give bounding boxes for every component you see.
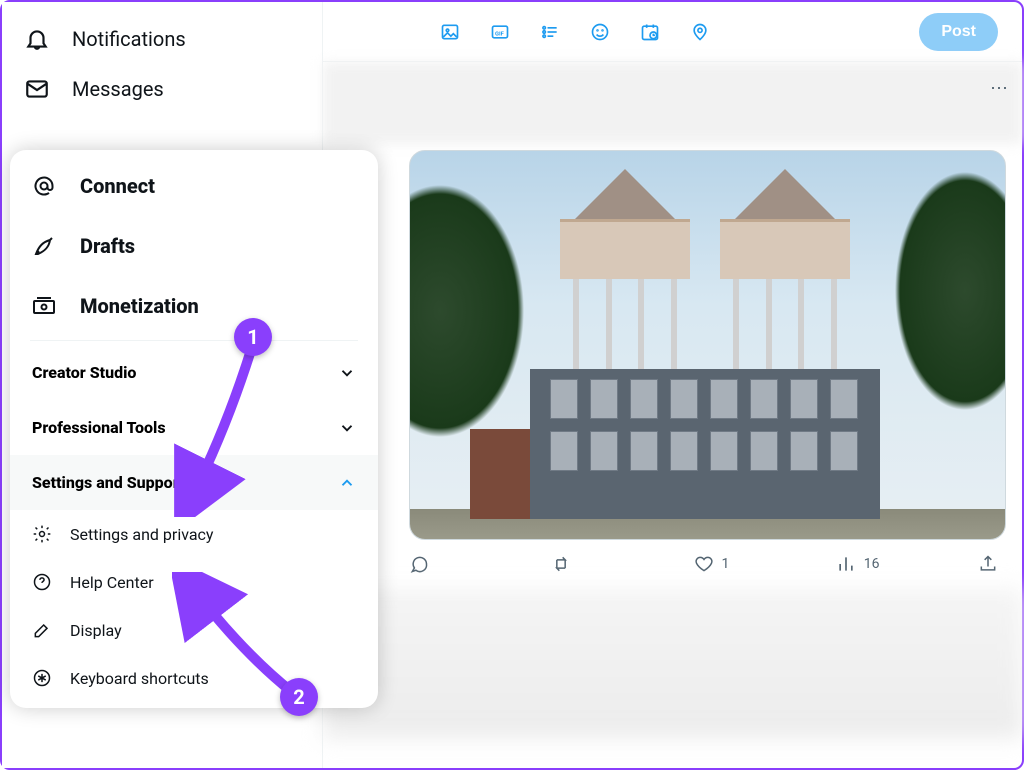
submenu-settings-privacy[interactable]: Settings and privacy [10, 510, 378, 558]
help-icon [32, 572, 54, 592]
chevron-down-icon [338, 419, 356, 437]
share-button[interactable] [978, 554, 998, 574]
emoji-icon[interactable] [589, 21, 611, 43]
creator-studio-label: Creator Studio [32, 363, 136, 382]
asterisk-icon [32, 668, 54, 688]
media-icon[interactable] [439, 21, 461, 43]
menu-item-monetization-label: Monetization [80, 294, 199, 318]
professional-tools-label: Professional Tools [32, 418, 166, 437]
tweet[interactable]: 1 16 [323, 150, 1022, 588]
like-count: 1 [722, 556, 730, 572]
retweet-button[interactable] [551, 554, 685, 574]
tweet-media[interactable] [409, 150, 1006, 540]
blurred-tweet-header [323, 62, 1022, 144]
poll-icon[interactable] [539, 21, 561, 43]
svg-text:GIF: GIF [495, 31, 505, 37]
menu-item-connect[interactable]: Connect [10, 156, 378, 216]
edit-icon [32, 620, 54, 640]
annotation-badge-1: 1 [234, 318, 272, 356]
at-icon [32, 174, 58, 198]
main-column: GIF Post ⋯ [322, 2, 1022, 768]
settings-support-label: Settings and Support [32, 473, 185, 492]
nav-messages[interactable]: Messages [10, 64, 322, 114]
blurred-content [323, 588, 1022, 738]
compose-toolbar: GIF Post [323, 2, 1022, 62]
nav-notifications[interactable]: Notifications [10, 14, 322, 64]
gear-icon [32, 524, 54, 544]
chevron-down-icon [338, 364, 356, 382]
money-icon [32, 294, 58, 318]
quill-icon [32, 234, 58, 258]
annotation-badge-2: 2 [280, 678, 318, 716]
chevron-up-icon [338, 474, 356, 492]
settings-privacy-label: Settings and privacy [70, 525, 214, 544]
nav-notifications-label: Notifications [72, 27, 186, 51]
views-count: 16 [864, 556, 880, 572]
gif-icon[interactable]: GIF [489, 21, 511, 43]
menu-item-drafts[interactable]: Drafts [10, 216, 378, 276]
menu-item-drafts-label: Drafts [80, 234, 135, 258]
tweet-actions-bar: 1 16 [331, 540, 1014, 588]
help-center-label: Help Center [70, 573, 154, 592]
menu-item-connect-label: Connect [80, 174, 155, 198]
menu-item-monetization[interactable]: Monetization [10, 276, 378, 336]
views-button[interactable]: 16 [836, 554, 970, 574]
bell-icon [24, 26, 52, 52]
schedule-icon[interactable] [639, 21, 661, 43]
envelope-icon [24, 76, 52, 102]
more-options-icon[interactable]: ⋯ [990, 78, 1008, 99]
nav-messages-label: Messages [72, 77, 164, 101]
location-icon[interactable] [689, 21, 711, 43]
reply-button[interactable] [409, 554, 543, 574]
display-label: Display [70, 621, 122, 640]
like-button[interactable]: 1 [694, 554, 828, 574]
annotation-arrow-1 [172, 337, 282, 517]
post-button[interactable]: Post [919, 13, 998, 51]
